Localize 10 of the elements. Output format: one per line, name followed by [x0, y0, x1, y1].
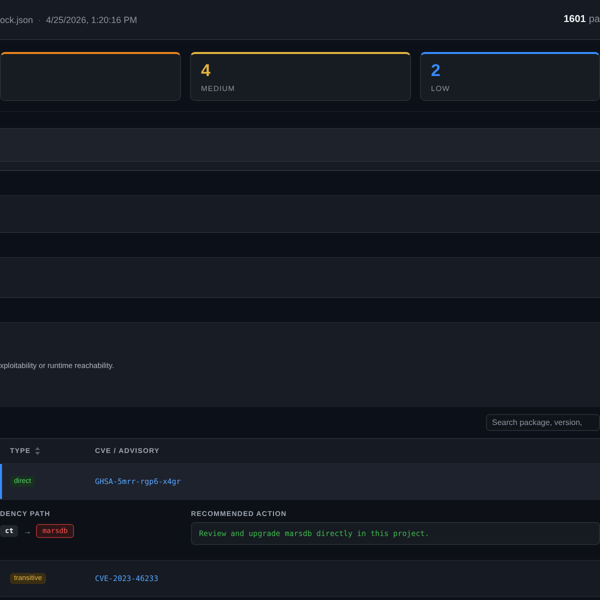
package-count-label: pa — [588, 14, 600, 25]
arrow-icon: → — [23, 526, 32, 536]
sort-icon[interactable] — [34, 447, 40, 455]
severity-count: 4 — [201, 61, 212, 81]
scan-timestamp: 4/25/2026, 1:20:16 PM — [46, 14, 138, 24]
separator-dot: · — [38, 14, 42, 24]
file-name: ock.json — [0, 14, 34, 24]
package-count: 1601 — [564, 14, 586, 25]
severity-count: 2 — [431, 61, 442, 81]
search-field[interactable]: Search package, version, — [486, 414, 600, 431]
